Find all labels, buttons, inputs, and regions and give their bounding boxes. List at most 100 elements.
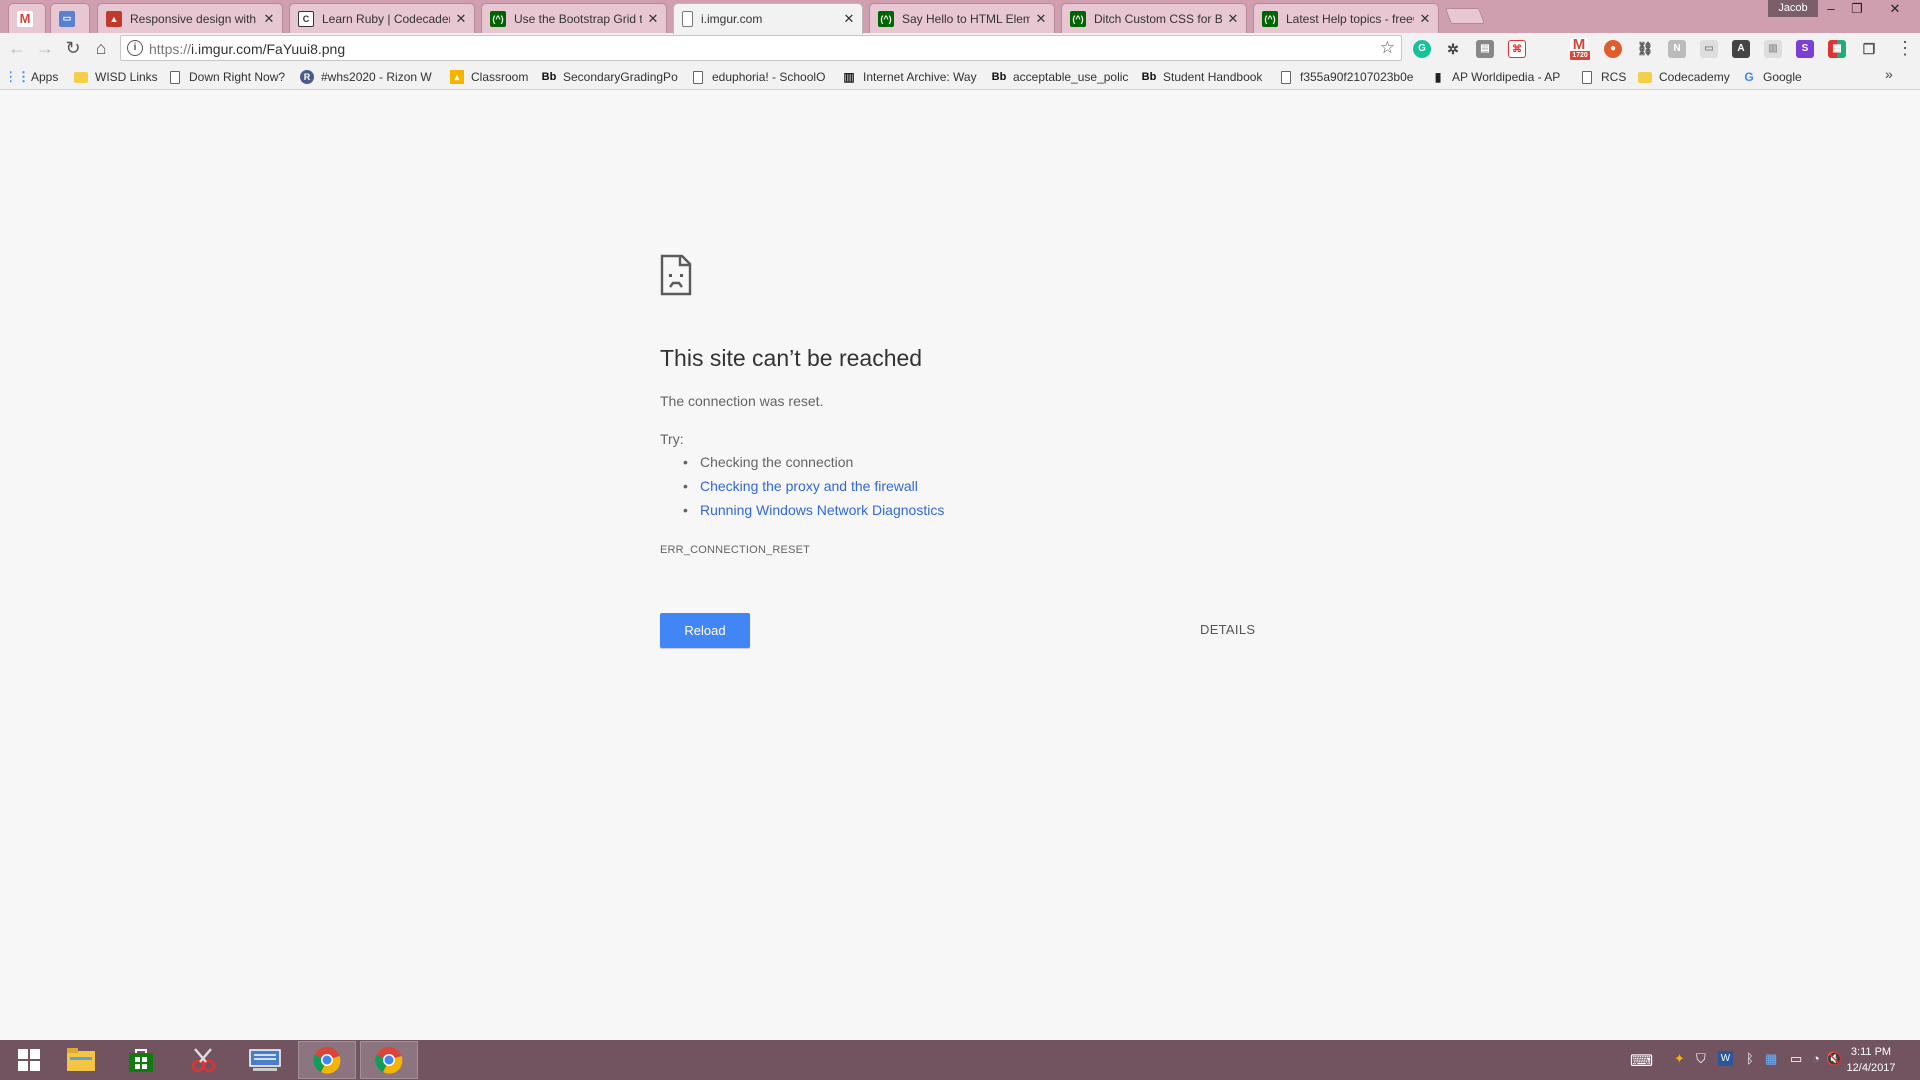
close-window-button[interactable]: ✕ (1878, 0, 1912, 20)
bookmark-eduphoria[interactable]: eduphoria! - SchoolO (693, 68, 829, 86)
bluetooth-icon[interactable]: ᛒ (1746, 1051, 1754, 1066)
wifi-icon[interactable]: ◔ (1812, 1051, 1820, 1066)
snipping-tool-button[interactable] (174, 1041, 232, 1079)
close-icon[interactable]: ✕ (1418, 11, 1432, 27)
bookmarks-overflow-icon[interactable]: » (1885, 66, 1893, 82)
tab-bootstrap-grid[interactable]: (^) Use the Bootstrap Grid t ✕ (481, 3, 667, 33)
network-tray-icon[interactable]: ▦ (1765, 1051, 1777, 1067)
chrome-icon (313, 1047, 341, 1074)
bookmark-rcs[interactable]: RCS (1582, 68, 1626, 86)
bookmark-secondary-grading[interactable]: Bb SecondaryGradingPo (542, 68, 678, 86)
bookmark-hash-file[interactable]: f355a90f2107023b0e (1281, 68, 1417, 86)
system-clock[interactable]: 3:11 PM 12/4/2017 (1844, 1044, 1898, 1076)
reload-button[interactable]: Reload (660, 613, 750, 648)
bookmark-label: Internet Archive: Way (863, 70, 977, 84)
keyboard-app-icon (249, 1049, 281, 1071)
reload-toolbar-button[interactable]: ↻ (62, 37, 84, 59)
colorful-extension-icon[interactable]: ▦ (1828, 40, 1846, 58)
close-icon[interactable]: ✕ (1226, 11, 1240, 27)
bookmark-whs2020[interactable]: R #whs2020 - Rizon W (300, 68, 440, 86)
defender-icon[interactable]: ⛉ (1696, 1051, 1706, 1067)
close-icon[interactable]: ✕ (454, 11, 468, 27)
pocket-extension-icon[interactable]: ● (1604, 40, 1622, 58)
bookmark-student-handbook[interactable]: Bb Student Handbook (1142, 68, 1262, 86)
tab-imgur[interactable]: i.imgur.com ✕ (673, 3, 863, 34)
bookmark-label: Student Handbook (1163, 70, 1263, 84)
gmail-extension-icon[interactable]: M (1570, 37, 1588, 52)
bookmark-ap-worldipedia[interactable]: ▮ AP Worldipedia - AP (1431, 68, 1563, 86)
chrome-icon (375, 1047, 403, 1074)
tab-title: Responsive design with E (130, 11, 258, 26)
try-label: Try: (660, 431, 684, 447)
close-icon[interactable]: ✕ (262, 11, 276, 27)
tab-title: Say Hello to HTML Eleme (902, 11, 1030, 26)
site-info-icon[interactable]: i (127, 40, 143, 56)
bookmark-classroom[interactable]: ▴ Classroom (450, 68, 528, 86)
close-icon[interactable]: ✕ (842, 11, 856, 27)
bookmark-google[interactable]: G Google (1742, 68, 1801, 86)
bookmark-codecademy[interactable]: Codecademy (1638, 68, 1730, 86)
bookmark-down-right-now[interactable]: Down Right Now? (170, 68, 285, 86)
stamp-extension-icon[interactable]: ⌘ (1508, 40, 1526, 58)
close-icon[interactable]: ✕ (646, 11, 660, 27)
tab-say-hello-html[interactable]: (^) Say Hello to HTML Eleme ✕ (869, 3, 1055, 33)
gmail-icon: M (17, 10, 33, 27)
tab-gmail[interactable]: M (8, 3, 46, 33)
address-bar[interactable]: i https://i.imgur.com/FaYuui8.png ☆ (120, 35, 1402, 61)
start-button[interactable] (0, 1041, 58, 1079)
s-extension-icon[interactable]: S (1796, 40, 1814, 58)
word-icon[interactable]: W (1718, 1051, 1733, 1066)
proxy-firewall-link[interactable]: Checking the proxy and the firewall (683, 477, 944, 501)
grey-extension-icon[interactable]: ▥ (1764, 40, 1782, 58)
display-icon[interactable]: ▭ (1790, 1051, 1802, 1067)
blank-extension-icon[interactable]: ▭ (1700, 40, 1718, 58)
puzzle-extension-icon[interactable]: ▤ (1476, 40, 1494, 58)
file-explorer-button[interactable] (52, 1041, 110, 1079)
details-button[interactable]: DETAILS (1200, 622, 1255, 637)
tray-app-icon[interactable]: ✦ (1674, 1051, 1685, 1067)
rizon-icon: R (300, 70, 314, 84)
page-icon (170, 70, 180, 84)
network-diagnostics-link[interactable]: Running Windows Network Diagnostics (683, 501, 944, 525)
apps-grid-icon: ⋮⋮ (10, 69, 30, 84)
bookmark-label: Apps (31, 70, 59, 84)
blackboard-icon: Bb (992, 71, 1007, 83)
bookmark-label: RCS (1601, 70, 1627, 84)
store-button[interactable] (112, 1041, 170, 1079)
volume-muted-icon[interactable]: 🔇 (1826, 1051, 1842, 1067)
bookmark-apps[interactable]: ⋮⋮ Apps (10, 68, 58, 86)
tab-chat[interactable]: ▭ (50, 3, 90, 33)
browser-menu-icon[interactable]: ⋮ (1896, 37, 1914, 59)
bookmark-label: Codecademy (1659, 70, 1730, 84)
back-button[interactable]: ← (6, 37, 28, 59)
tab-latest-help[interactable]: (^) Latest Help topics - freeC ✕ (1253, 3, 1439, 33)
restore-button[interactable]: ❐ (1840, 0, 1874, 20)
chrome-taskbar-button-1[interactable] (298, 1041, 356, 1079)
bookmark-wisd-links[interactable]: WISD Links (74, 68, 158, 86)
tab-ditch-custom-css[interactable]: (^) Ditch Custom CSS for Bo ✕ (1061, 3, 1247, 33)
a-extension-icon[interactable]: A (1732, 40, 1750, 58)
bookmark-star-icon[interactable]: ☆ (1380, 38, 1395, 58)
link-extension-icon[interactable]: ⛓ (1636, 40, 1654, 58)
url-text[interactable]: https://i.imgur.com/FaYuui8.png (149, 41, 345, 57)
touch-keyboard-icon[interactable]: ⌨ (1630, 1051, 1653, 1071)
keyboard-app-button[interactable] (236, 1041, 294, 1079)
bookmark-label: #whs2020 - Rizon W (321, 70, 432, 84)
codecademy-icon: C (298, 10, 314, 27)
tab-learn-ruby[interactable]: C Learn Ruby | Codecadem ✕ (289, 3, 475, 33)
cast-extension-icon[interactable]: ❐ (1860, 40, 1878, 58)
bookmark-acceptable-use[interactable]: Bb acceptable_use_polic (992, 68, 1128, 86)
bookmark-label: f355a90f2107023b0e (1300, 70, 1414, 84)
chrome-taskbar-button-2[interactable] (360, 1041, 418, 1079)
new-tab-button[interactable] (1445, 8, 1485, 24)
tab-responsive-design[interactable]: ▲ Responsive design with E ✕ (97, 3, 283, 33)
home-button[interactable]: ⌂ (90, 37, 112, 59)
folder-icon (1638, 71, 1652, 83)
n-extension-icon[interactable]: N (1668, 40, 1686, 58)
close-icon[interactable]: ✕ (1034, 11, 1048, 27)
bookmark-internet-archive[interactable]: ▥ Internet Archive: Way (842, 68, 978, 86)
forward-button[interactable]: → (34, 37, 56, 59)
grammarly-extension-icon[interactable]: G (1413, 40, 1431, 58)
molecule-extension-icon[interactable]: ✲ (1444, 40, 1462, 58)
profile-badge[interactable]: Jacob (1768, 0, 1818, 17)
